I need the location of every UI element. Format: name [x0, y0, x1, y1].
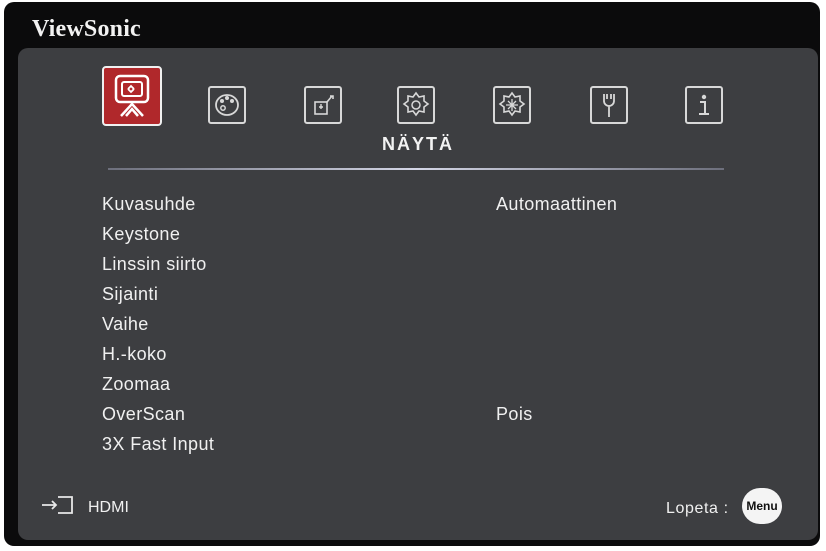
tab-advanced[interactable]: [493, 86, 531, 124]
menu-item-vaihe[interactable]: Vaihe: [102, 314, 149, 335]
menu-item-3x-fast-input[interactable]: 3X Fast Input: [102, 434, 214, 455]
divider: [108, 168, 724, 170]
osd-window: ViewSonic NÄYTÄ Kuvasuhde Automaattinen …: [4, 2, 820, 546]
menu-item-overscan[interactable]: OverScan: [102, 404, 185, 425]
power-management-icon: [314, 95, 334, 115]
menu-item-kuvasuhde[interactable]: Kuvasuhde: [102, 194, 196, 215]
display-icon: [114, 74, 150, 117]
menu-item-zoomaa[interactable]: Zoomaa: [102, 374, 170, 395]
menu-value-kuvasuhde: Automaattinen: [496, 194, 618, 214]
tab-basic[interactable]: [397, 86, 435, 124]
basic-settings-gear-icon: [402, 91, 430, 117]
advanced-settings-gear-icon: [498, 91, 526, 117]
tab-information[interactable]: [685, 86, 723, 124]
information-icon: [699, 94, 709, 115]
input-source-icon: [42, 496, 73, 514]
exit-hint-label: Lopeta :: [666, 500, 729, 517]
section-title: NÄYTÄ: [382, 134, 454, 154]
tab-system[interactable]: [590, 86, 628, 124]
menu-item-keystone[interactable]: Keystone: [102, 224, 180, 245]
input-source-label: HDMI: [88, 499, 129, 516]
menu-item-sijainti[interactable]: Sijainti: [102, 284, 158, 305]
picture-palette-icon: [215, 94, 239, 116]
menu-button[interactable]: Menu: [742, 488, 782, 524]
system-wrench-icon: [603, 94, 615, 117]
tab-power-management[interactable]: [304, 86, 342, 124]
tab-display[interactable]: [102, 66, 162, 126]
tab-picture[interactable]: [208, 86, 246, 124]
menu-panel: NÄYTÄ Kuvasuhde Automaattinen Keystone L…: [18, 48, 818, 540]
menu-item-linssin-siirto[interactable]: Linssin siirto: [102, 254, 207, 275]
brand-logo: ViewSonic: [32, 16, 141, 42]
menu-value-overscan: Pois: [496, 404, 533, 424]
menu-item-h-koko[interactable]: H.-koko: [102, 344, 167, 365]
